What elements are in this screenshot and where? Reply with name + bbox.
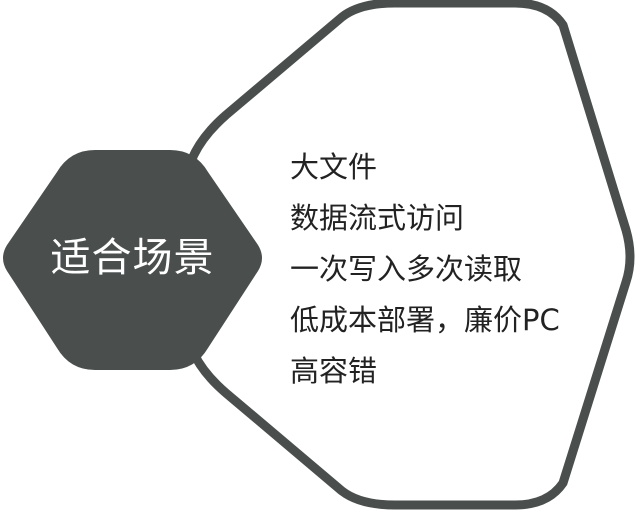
list-item: 大文件	[290, 150, 378, 184]
list-item: 数据流式访问	[290, 201, 465, 235]
scenario-title: 适合场景	[50, 235, 215, 281]
scenario-list: 大文件 数据流式访问 一次写入多次读取 低成本部署，廉价PC 高容错	[290, 142, 560, 397]
list-item: 一次写入多次读取	[290, 252, 523, 286]
list-item: 低成本部署，廉价PC	[290, 303, 560, 337]
list-item: 高容错	[290, 354, 378, 388]
